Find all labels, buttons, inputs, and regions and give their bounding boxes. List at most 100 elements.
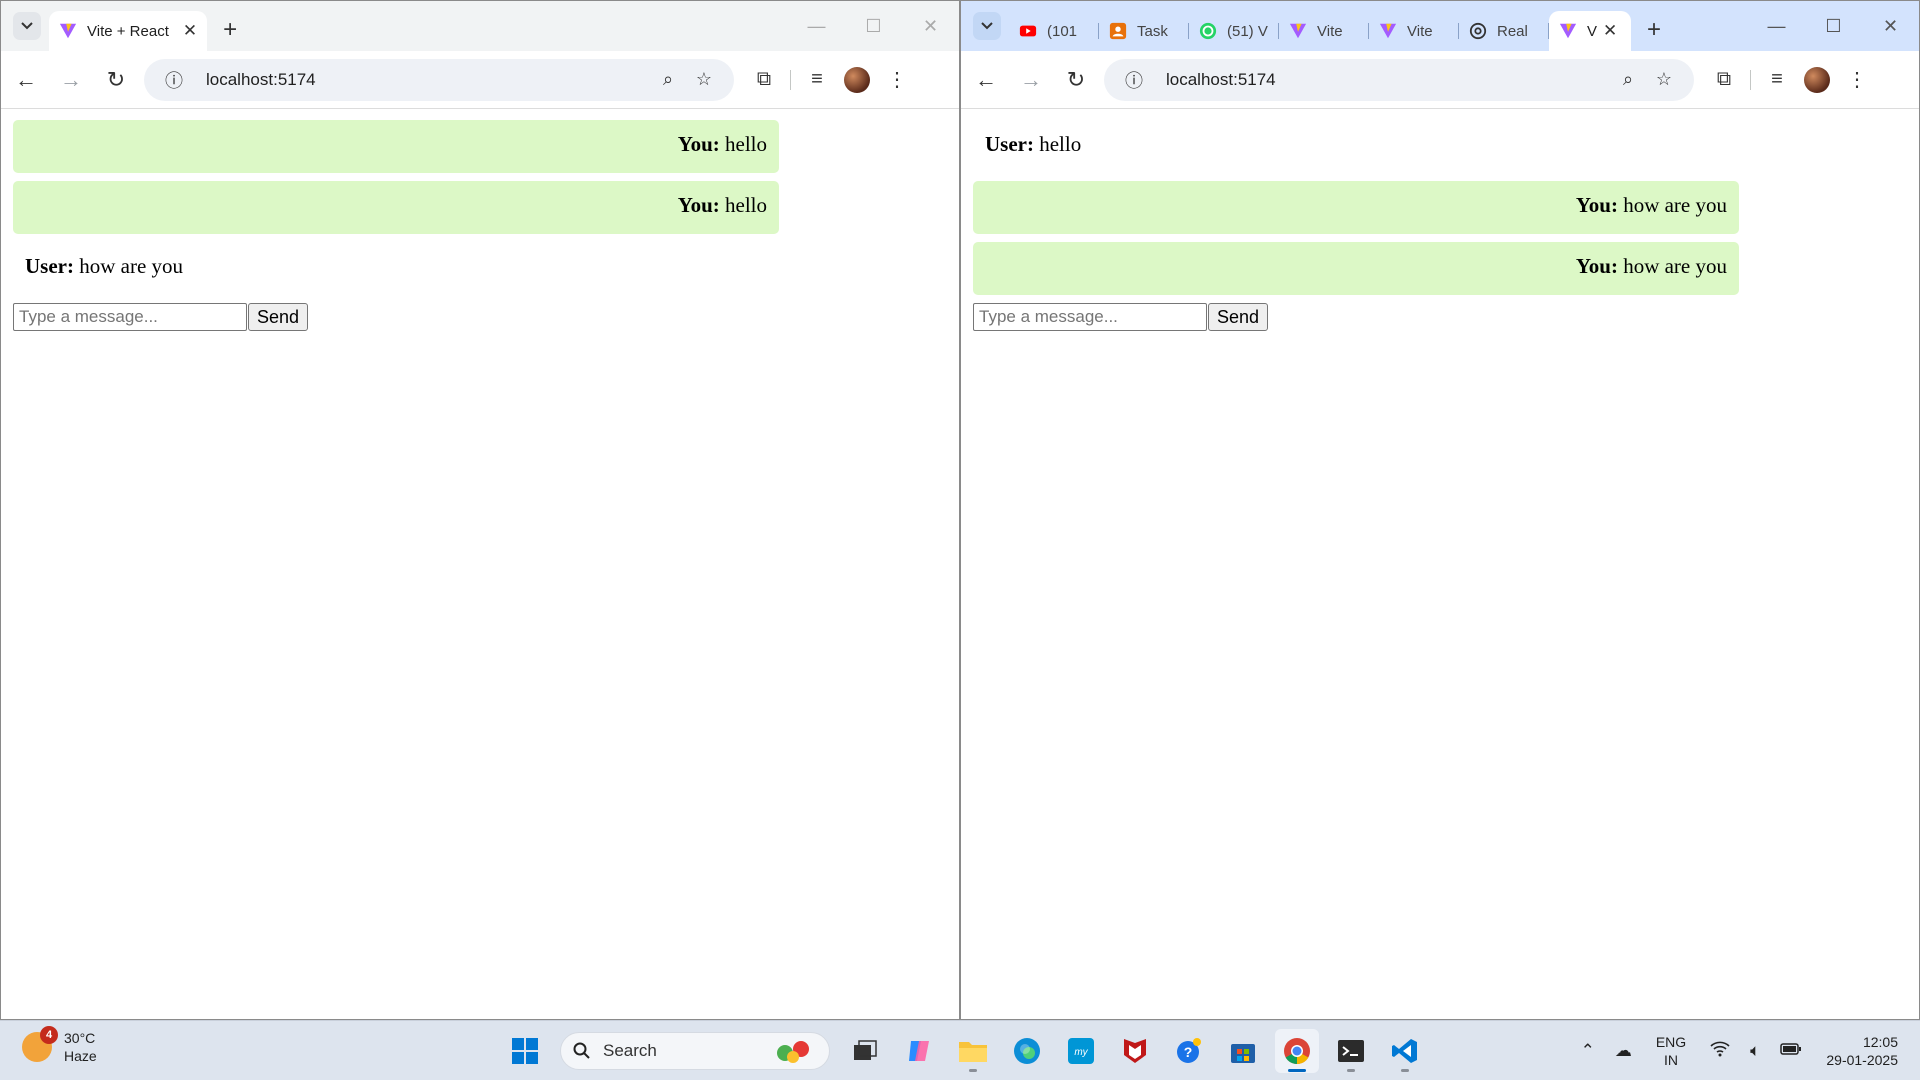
url-text: localhost:5174 — [1166, 70, 1610, 90]
store-button[interactable] — [1221, 1029, 1265, 1073]
new-tab-button[interactable]: + — [1639, 15, 1669, 45]
terminal-button[interactable] — [1329, 1029, 1373, 1073]
tab-search-button[interactable] — [973, 12, 1001, 40]
browser-toolbar: ← → ↻ ⓘ localhost:5174 ⌕ ☆ ⧉ ≡ ⋮ — [1, 51, 959, 109]
task-view-button[interactable] — [843, 1029, 887, 1073]
url-text: localhost:5174 — [206, 70, 650, 90]
whatsapp-icon — [1199, 22, 1217, 40]
arrow-right-icon: → — [60, 67, 82, 93]
extensions-icon[interactable]: ⧉ — [744, 68, 784, 91]
browser-window-left: Vite + React ✕ + — ☐ ✕ ← → ↻ ⓘ localhost… — [0, 0, 960, 1020]
weather-widget[interactable]: 4 30°C Haze — [22, 1029, 97, 1065]
help-icon: ? — [1175, 1037, 1203, 1065]
profile-avatar[interactable] — [844, 67, 870, 93]
back-button[interactable]: ← — [966, 60, 1006, 100]
onedrive-cloud-icon[interactable]: ☁ — [1615, 1041, 1632, 1061]
back-button[interactable]: ← — [6, 60, 46, 100]
minimize-button[interactable]: — — [788, 16, 845, 37]
chrome-button[interactable] — [1275, 1029, 1319, 1073]
extensions-icon[interactable]: ⧉ — [1704, 68, 1744, 91]
tab-whatsapp[interactable]: (51) V — [1189, 11, 1279, 51]
running-indicator — [1401, 1069, 1409, 1072]
reload-icon: ↻ — [1067, 67, 1085, 93]
tab-youtube[interactable]: (101 — [1009, 11, 1099, 51]
myhp-icon: my — [1067, 1037, 1095, 1065]
start-button[interactable] — [503, 1029, 547, 1073]
send-button[interactable]: Send — [248, 303, 308, 331]
send-button[interactable]: Send — [1208, 303, 1268, 331]
edge-icon — [1013, 1037, 1041, 1065]
taskbar-search-box[interactable]: Search — [560, 1032, 830, 1070]
close-tab-icon[interactable]: ✕ — [183, 21, 197, 41]
close-tab-icon[interactable]: ✕ — [1603, 21, 1617, 41]
forward-button[interactable]: → — [1011, 60, 1051, 100]
battery-icon — [1780, 1042, 1802, 1056]
message-text: how are you — [1618, 254, 1727, 278]
tab-realtime[interactable]: Real — [1459, 11, 1549, 51]
arrow-left-icon: ← — [15, 67, 37, 93]
site-info-icon[interactable]: ⓘ — [156, 67, 192, 93]
help-button[interactable]: ? — [1167, 1029, 1211, 1073]
tab-vite[interactable]: Vite — [1369, 11, 1459, 51]
menu-kebab-icon[interactable]: ⋮ — [1837, 67, 1877, 92]
message-text: hello — [1034, 132, 1081, 156]
new-tab-button[interactable]: + — [215, 15, 245, 45]
tab-vite-react[interactable]: Vite + React ✕ — [49, 11, 207, 51]
bookmark-star-icon[interactable]: ☆ — [686, 69, 722, 90]
region-code: IN — [1656, 1051, 1686, 1069]
weather-icon: 4 — [22, 1032, 52, 1062]
tab-vite-active[interactable]: V ✕ — [1549, 11, 1631, 51]
tab-task[interactable]: Task — [1099, 11, 1189, 51]
maximize-button[interactable]: ☐ — [845, 16, 902, 37]
message-sender: You: — [678, 193, 720, 217]
message-text: hello — [720, 193, 767, 217]
edge-button[interactable] — [1005, 1029, 1049, 1073]
message-input[interactable] — [973, 303, 1207, 331]
svg-text:my: my — [1074, 1047, 1088, 1058]
message-sender: You: — [1576, 193, 1618, 217]
vite-icon — [1289, 22, 1307, 40]
tab-search-button[interactable] — [13, 12, 41, 40]
volume-icon[interactable]: 🔈︎ — [1750, 1041, 1760, 1061]
wifi-icon[interactable] — [1710, 1041, 1730, 1062]
tab-title: (101 — [1047, 23, 1077, 40]
close-window-button[interactable]: ✕ — [1862, 16, 1919, 37]
menu-kebab-icon[interactable]: ⋮ — [877, 67, 917, 92]
forward-button[interactable]: → — [51, 60, 91, 100]
mcafee-button[interactable] — [1113, 1029, 1157, 1073]
maximize-button[interactable]: ☐ — [1805, 16, 1862, 37]
copilot-icon — [905, 1037, 933, 1065]
message-input[interactable] — [13, 303, 247, 331]
tab-vite[interactable]: Vite — [1279, 11, 1369, 51]
profile-avatar[interactable] — [1804, 67, 1830, 93]
bookmark-star-icon[interactable]: ☆ — [1646, 69, 1682, 90]
svg-text:?: ? — [1184, 1044, 1193, 1060]
myhp-button[interactable]: my — [1059, 1029, 1103, 1073]
reload-button[interactable]: ↻ — [1056, 60, 1096, 100]
file-explorer-button[interactable] — [951, 1029, 995, 1073]
address-bar[interactable]: ⓘ localhost:5174 ⌕ ☆ — [1104, 59, 1694, 101]
battery-icon[interactable] — [1780, 1041, 1802, 1061]
zoom-icon[interactable]: ⌕ — [650, 69, 686, 90]
browser-window-right: (101 Task (51) V Vite Vite Real V ✕ + — [960, 0, 1920, 1020]
copilot-button[interactable] — [897, 1029, 941, 1073]
tab-title: V — [1587, 23, 1597, 40]
chat-message: You: hello — [13, 120, 779, 173]
chat-message: You: hello — [13, 181, 779, 234]
language-indicator[interactable]: ENG IN — [1656, 1033, 1686, 1069]
media-control-icon[interactable]: ≡ — [797, 68, 837, 91]
minimize-button[interactable]: — — [1748, 16, 1805, 37]
window-controls: — ☐ ✕ — [788, 1, 959, 51]
address-bar[interactable]: ⓘ localhost:5174 ⌕ ☆ — [144, 59, 734, 101]
close-window-button[interactable]: ✕ — [902, 16, 959, 37]
zoom-icon[interactable]: ⌕ — [1610, 69, 1646, 90]
vscode-button[interactable] — [1383, 1029, 1427, 1073]
system-clock[interactable]: 12:05 29-01-2025 — [1826, 1033, 1898, 1069]
chevron-up-icon[interactable]: ⌃ — [1581, 1041, 1595, 1061]
site-info-icon[interactable]: ⓘ — [1116, 67, 1152, 93]
media-control-icon[interactable]: ≡ — [1757, 68, 1797, 91]
search-label: Search — [603, 1041, 771, 1061]
vite-icon — [1379, 22, 1397, 40]
reload-button[interactable]: ↻ — [96, 60, 136, 100]
chat-message: You: how are you — [973, 242, 1739, 295]
